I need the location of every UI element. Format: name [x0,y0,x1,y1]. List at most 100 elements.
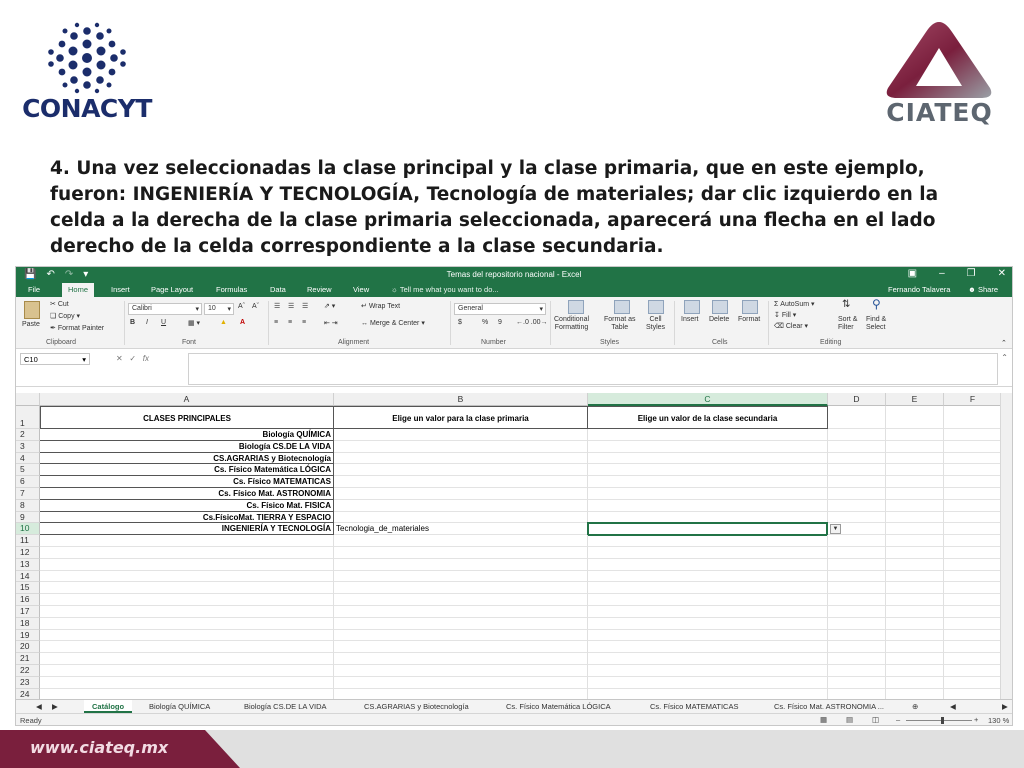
grid-cell[interactable] [588,676,828,689]
header-cell-c[interactable]: Elige un valor de la clase secundaria [588,406,828,429]
grid-cell[interactable] [828,535,886,547]
next-sheet-icon[interactable]: ▶ [52,702,58,711]
column-header-a[interactable]: A [40,393,334,406]
format-as-table-icon[interactable] [614,300,630,314]
comma-button[interactable]: 9 [498,319,502,326]
grid-cell[interactable] [944,547,1000,559]
grid-cell[interactable] [944,641,1000,654]
grid-cell[interactable] [886,653,944,665]
grid-cell[interactable] [334,641,588,654]
grid-cell[interactable] [828,665,886,677]
align-left-icon[interactable]: ≡ [274,319,278,326]
delete-cells-icon[interactable] [712,300,728,314]
grid-cell[interactable] [334,582,588,595]
class-cell[interactable]: Cs. Físico Matemática LÓGICA [40,464,334,477]
grid-cell[interactable] [334,452,588,465]
grid-cell[interactable] [828,617,886,630]
grid-cell[interactable] [944,630,1000,642]
grid-cell[interactable] [944,559,1000,571]
row-header[interactable]: 11 [16,535,40,547]
grid-cell[interactable] [588,653,828,665]
insert-cells-icon[interactable] [684,300,700,314]
row-header[interactable]: 23 [16,676,40,689]
grid-cell[interactable] [40,570,334,583]
row-header[interactable]: 22 [16,665,40,677]
grid-cell[interactable] [886,429,944,441]
fill-color-icon[interactable]: ▲ [220,319,227,326]
paste-button[interactable]: Paste [22,321,40,328]
merge-center-button[interactable]: ↔ Merge & Center ▾ [361,319,425,327]
grid-cell[interactable] [944,523,1000,536]
grid-cell[interactable] [886,570,944,583]
sort-filter-button[interactable]: Sort & Filter [838,316,857,332]
grid-cell[interactable] [944,606,1000,618]
tab-file[interactable]: File [28,285,40,294]
normal-view-icon[interactable]: ▦ [820,715,827,724]
row-header[interactable]: 10 [16,523,40,536]
selected-cell-c10[interactable] [587,522,828,537]
add-sheet-icon[interactable]: ⊕ [912,702,918,711]
hscroll-left-icon[interactable]: ◀ [950,702,956,711]
grow-font-icon[interactable]: Aˆ [238,303,245,310]
clear-button[interactable]: ⌫ Clear ▾ [774,322,808,330]
sheet-tab[interactable]: CS.AGRARIAS y Biotecnología [364,702,469,711]
class-cell[interactable]: Biología QUÍMICA [40,429,334,441]
grid-cell[interactable] [334,688,588,699]
column-header-d[interactable]: D [828,393,886,406]
grid-cell[interactable] [588,594,828,606]
align-center-icon[interactable]: ≡ [288,319,292,326]
grid-cell[interactable] [828,629,886,642]
grid-cell[interactable] [588,570,828,583]
column-header-c[interactable]: C [588,393,828,406]
grid-cell[interactable] [944,582,1000,595]
header-cell-b[interactable]: Elige un valor para la clase primaria [334,406,588,429]
shrink-font-icon[interactable]: Aˇ [252,303,259,310]
underline-button[interactable]: U [161,319,166,326]
grid-cell[interactable] [886,464,944,477]
row-header[interactable]: 15 [16,582,40,595]
grid-cell[interactable] [588,688,828,699]
cell-b10[interactable]: Tecnologia_de_materiales [334,523,588,536]
grid-cell[interactable] [40,582,334,595]
grid-cell[interactable] [828,547,886,559]
grid-cell[interactable] [40,547,334,559]
grid-cell[interactable] [828,558,886,571]
row-header[interactable]: 20 [16,641,40,654]
format-painter-button[interactable]: ✒ Format Painter [50,324,104,332]
class-cell[interactable]: Biología CS.DE LA VIDA [40,440,334,453]
row-header[interactable]: 18 [16,617,40,630]
grid-cell[interactable] [886,452,944,465]
row-header[interactable]: 5 [16,464,40,477]
paste-icon[interactable] [24,301,40,319]
row-header[interactable]: 14 [16,570,40,583]
grid-cell[interactable] [588,547,828,559]
tab-home[interactable]: Home [62,283,95,297]
conditional-formatting-button[interactable]: Conditional Formatting [554,316,589,332]
grid-cell[interactable] [828,406,886,429]
grid-cell[interactable] [334,535,588,547]
class-cell[interactable]: Cs. Físico Mat. ASTRONOMIA [40,488,334,500]
grid-cell[interactable] [334,558,588,571]
grid-cell[interactable] [588,429,828,441]
grid-cell[interactable] [828,476,886,488]
grid-cell[interactable] [334,594,588,606]
column-header-f[interactable]: F [944,393,1000,406]
grid-cell[interactable] [588,488,828,500]
formula-input[interactable] [188,353,998,385]
row-header[interactable]: 16 [16,594,40,606]
italic-button[interactable]: I [146,319,148,326]
grid-cell[interactable] [334,570,588,583]
grid-cell[interactable] [944,689,1000,699]
grid-cell[interactable] [828,582,886,595]
collapse-ribbon-icon[interactable]: ⌃ [1001,339,1007,347]
grid-cell[interactable] [828,653,886,665]
sheet-tab[interactable]: Biología QUÍMICA [149,702,210,711]
grid-cell[interactable] [944,653,1000,665]
grid-cell[interactable] [588,617,828,630]
grid-cell[interactable] [334,617,588,630]
grid-cell[interactable] [886,511,944,524]
row-header[interactable]: 12 [16,547,40,559]
decimal-icon[interactable]: ←.0 .00→ [516,319,548,326]
row-header[interactable]: 2 [16,429,40,441]
grid-cell[interactable] [334,629,588,642]
